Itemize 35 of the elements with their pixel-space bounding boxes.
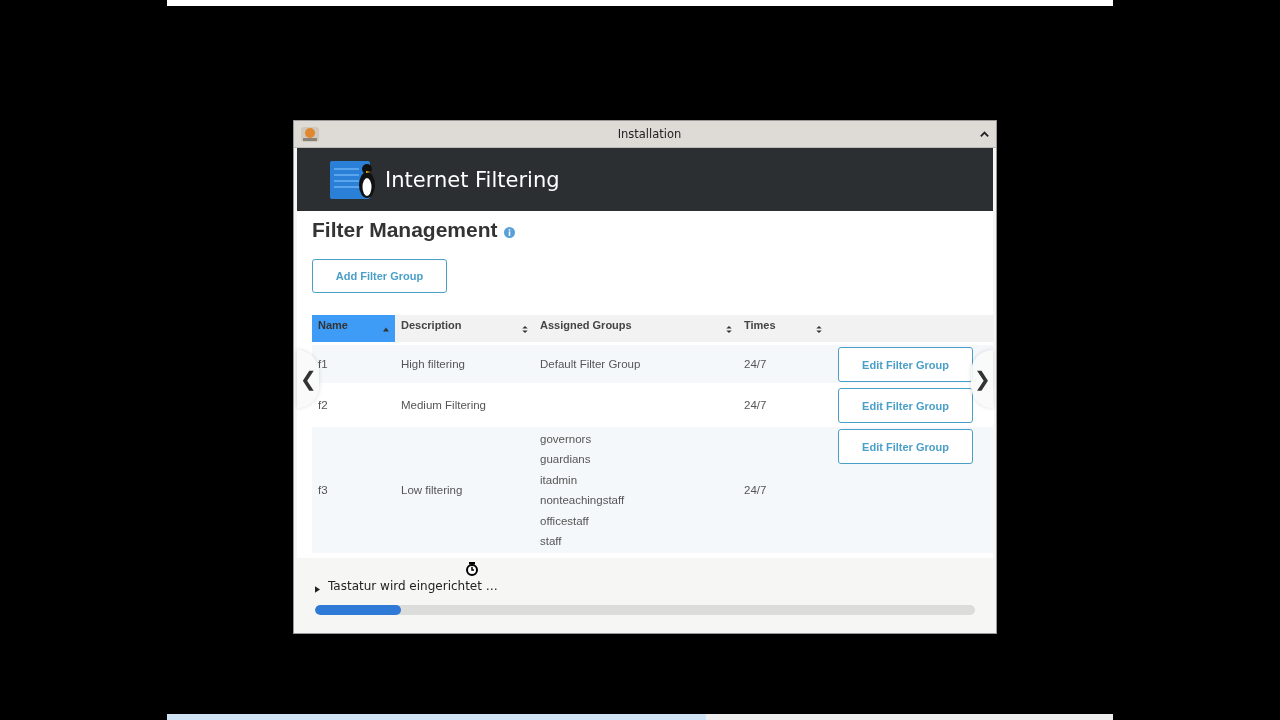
expander-icon[interactable] [315, 586, 320, 593]
table-cell: High filtering [401, 358, 465, 370]
group-name: guardians [540, 452, 591, 468]
window-title: Installation [616, 127, 683, 141]
page-heading: Filter Management [312, 218, 498, 242]
sort-ascending-icon [382, 325, 390, 334]
table-cell: f1 [318, 358, 328, 370]
sort-icon [521, 325, 529, 334]
column-header[interactable]: Times [738, 315, 828, 342]
status-text: Tastatur wird eingerichtet … [328, 578, 498, 593]
busy-cursor-icon [465, 562, 479, 576]
app-title: Internet Filtering [385, 167, 560, 192]
info-icon[interactable] [503, 226, 515, 238]
group-name: staff [540, 534, 562, 550]
previous-button[interactable]: ❮ [297, 350, 319, 408]
sort-icon [725, 325, 733, 334]
table-cell: Medium Filtering [401, 399, 486, 411]
column-header[interactable]: Assigned Groups [534, 315, 738, 342]
table-cell: 24/7 [744, 358, 767, 370]
group-name: itadmin [540, 472, 578, 488]
group-name: governors [540, 432, 592, 447]
app-icon [300, 124, 320, 144]
table-cell: f3 [318, 484, 328, 497]
table-cell: 24/7 [744, 399, 767, 411]
group-name: nonteachingstaff [540, 493, 625, 509]
table-cell: 24/7 [744, 484, 767, 497]
table-cell: f2 [318, 399, 328, 411]
sort-icon [815, 325, 823, 334]
column-header[interactable]: Name [312, 315, 395, 342]
column-header[interactable]: Description [395, 315, 534, 342]
group-name: officestaff [540, 513, 589, 529]
group-name: Default Filter Group [540, 356, 641, 372]
penguin-board-icon [329, 158, 377, 201]
table-cell: Low filtering [401, 484, 463, 497]
collapse-icon[interactable] [979, 128, 990, 140]
